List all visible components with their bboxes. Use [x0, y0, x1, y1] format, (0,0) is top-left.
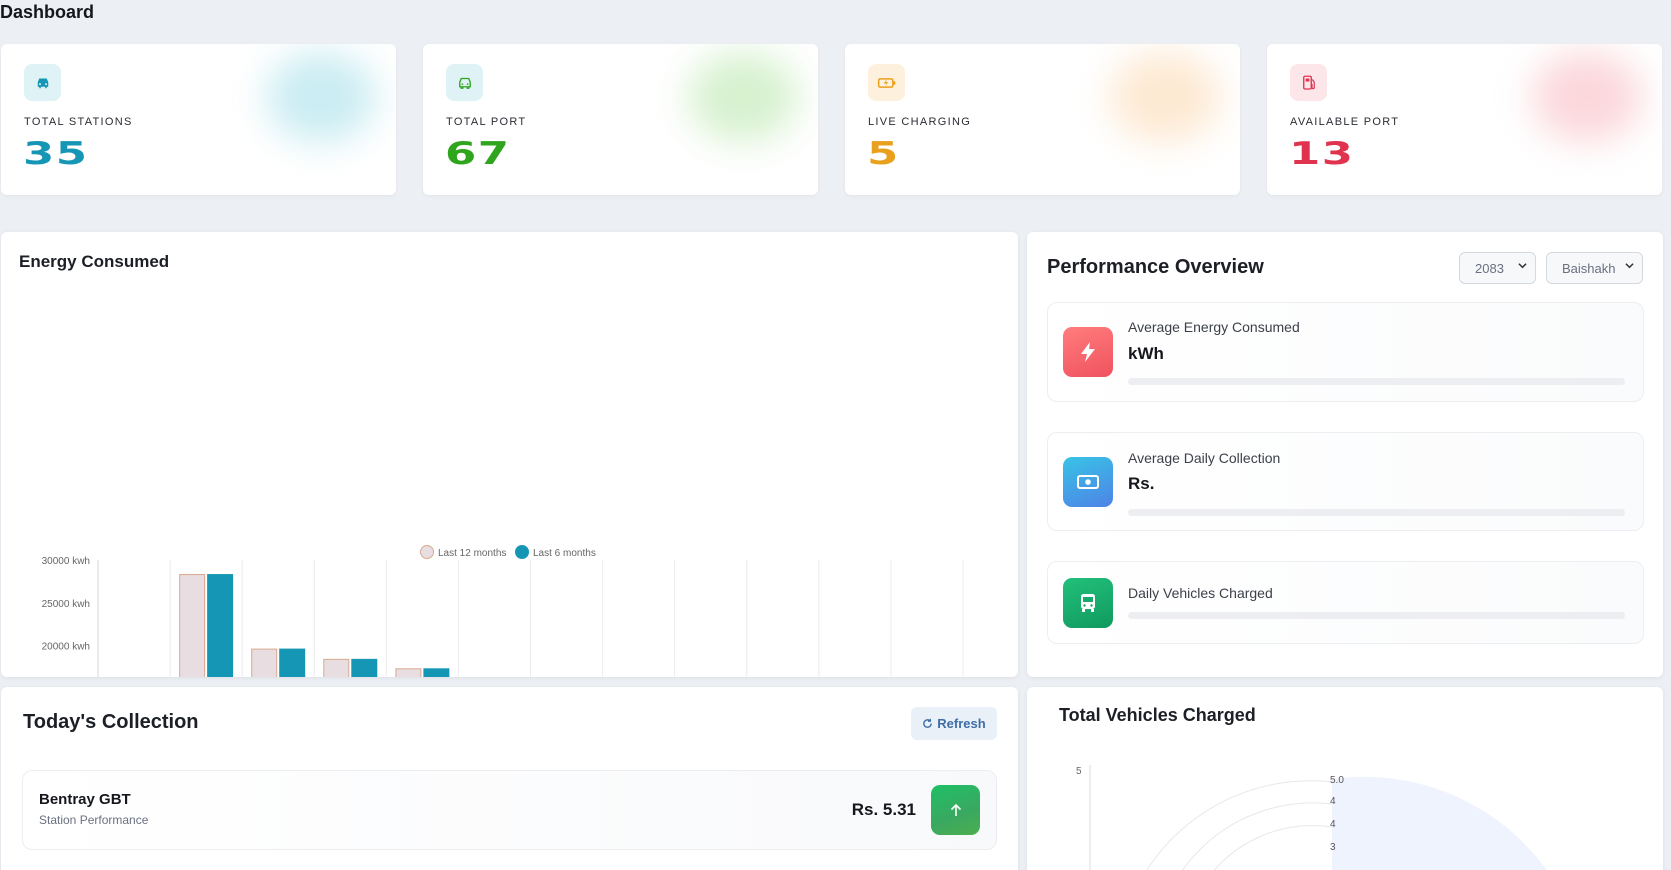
perf-item-energy: Average Energy Consumed kWh	[1047, 302, 1644, 402]
refresh-label: Refresh	[937, 716, 986, 731]
vehicles-chart: 5 5.0 4 4 3	[1076, 765, 1547, 870]
energy-consumed-panel: Energy Consumed 0 kwh5000 kwh10000 kwh15…	[1, 232, 1018, 677]
legend-swatch	[420, 545, 434, 559]
radial-grid-ring	[1181, 802, 1333, 870]
legend-label: Last 12 months	[438, 548, 506, 559]
bar	[395, 668, 422, 677]
chevron-down-icon	[1625, 263, 1634, 269]
bar	[207, 574, 234, 677]
collection-amount: Rs. 5.31	[851, 800, 916, 819]
y-tick-label: 20000 kwh	[42, 642, 90, 653]
radial-grid-ring	[1213, 825, 1333, 870]
station-name: Bentray GBT	[39, 791, 131, 808]
refresh-icon	[923, 718, 933, 728]
perf-progress-bar	[1128, 378, 1625, 385]
stat-label: LIVE CHARGING	[868, 116, 972, 128]
bar	[423, 668, 450, 677]
radial-tick-label: 3	[1330, 842, 1336, 853]
cash-icon	[1063, 457, 1113, 507]
bar	[323, 658, 350, 677]
radial-tick-label: 5.0	[1330, 775, 1344, 786]
bar	[279, 648, 306, 677]
month-select[interactable]: Baishakh	[1546, 252, 1643, 284]
performance-title: Performance Overview	[1047, 256, 1264, 278]
refresh-button[interactable]: Refresh	[911, 707, 997, 740]
y-tick-label: 30000 kwh	[42, 556, 90, 567]
bus-icon	[1063, 578, 1113, 628]
y-tick-label: 5	[1076, 766, 1082, 777]
energy-chart: 0 kwh5000 kwh10000 kwh15000 kwh20000 kwh…	[42, 545, 964, 677]
arrow-up-icon	[931, 785, 980, 835]
legend-label: Last 6 months	[533, 548, 596, 559]
perf-progress-bar	[1128, 612, 1625, 619]
page-title: Dashboard	[0, 2, 95, 22]
performance-overview-panel: Performance Overview 2083 Baishakh Avera…	[1027, 232, 1663, 677]
perf-item-label: Average Energy Consumed	[1128, 319, 1300, 335]
stat-card-total-port: TOTAL PORT 67	[423, 44, 818, 195]
collection-title: Today's Collection	[23, 711, 199, 733]
perf-item-collection: Average Daily Collection Rs.	[1047, 432, 1644, 531]
battery-charging-icon	[868, 64, 905, 101]
station-subtitle: Station Performance	[39, 813, 149, 827]
car-icon	[446, 64, 483, 101]
car-icon	[24, 64, 61, 101]
chevron-down-icon	[1518, 263, 1527, 269]
perf-item-value: kWh	[1128, 344, 1164, 363]
perf-item-label: Average Daily Collection	[1128, 450, 1281, 466]
radial-tick-label: 4	[1330, 819, 1336, 830]
stat-label: TOTAL STATIONS	[24, 116, 133, 128]
total-vehicles-panel: Total Vehicles Charged 5 5.0 4 4 3	[1027, 687, 1663, 870]
perf-item-label: Daily Vehicles Charged	[1128, 585, 1273, 601]
y-tick-label: 25000 kwh	[42, 599, 90, 610]
stat-value: 35	[23, 136, 89, 172]
bar	[351, 658, 378, 677]
legend-swatch	[515, 545, 529, 559]
radial-segment	[1332, 776, 1547, 870]
perf-item-value: Rs.	[1128, 474, 1155, 493]
bar	[251, 648, 278, 677]
fuel-pump-icon	[1290, 64, 1327, 101]
stat-card-available-port: AVAILABLE PORT 13	[1267, 44, 1662, 195]
stat-value: 67	[445, 136, 511, 172]
year-select-value: 2083	[1475, 261, 1504, 276]
stat-value: 5	[867, 136, 900, 172]
radial-tick-label: 4	[1330, 796, 1336, 807]
list-item: Bentray GBT Station Performance Rs. 5.31	[22, 770, 997, 850]
lightning-icon	[1063, 327, 1113, 377]
stat-value: 13	[1289, 136, 1355, 172]
bar	[179, 574, 206, 677]
stat-card-live-charging: LIVE CHARGING 5	[845, 44, 1240, 195]
todays-collection-panel: Today's Collection Refresh Bentray GBT S…	[1, 687, 1018, 870]
month-select-value: Baishakh	[1562, 261, 1616, 276]
year-select[interactable]: 2083	[1459, 252, 1536, 284]
stat-label: AVAILABLE PORT	[1290, 116, 1400, 128]
perf-item-vehicles: Daily Vehicles Charged	[1047, 561, 1644, 644]
stat-card-total-stations: TOTAL STATIONS 35	[1, 44, 396, 195]
stat-label: TOTAL PORT	[446, 116, 527, 128]
perf-progress-bar	[1128, 509, 1625, 516]
